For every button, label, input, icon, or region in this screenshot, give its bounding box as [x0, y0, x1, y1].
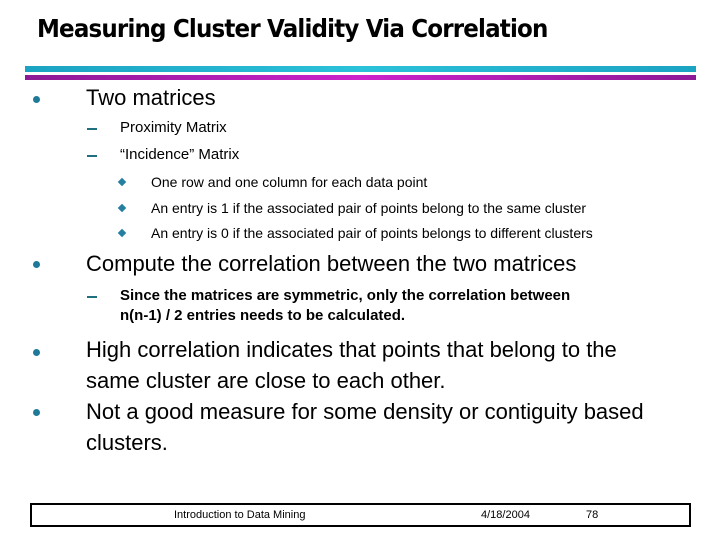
diamond-bullet-icon — [117, 203, 127, 213]
round-bullet-icon — [33, 261, 40, 268]
dash-icon — [87, 155, 97, 157]
bullet-line: High correlation indicates that points t… — [86, 337, 617, 362]
sub-bullet-text: “Incidence” Matrix — [120, 146, 240, 163]
bullet-text: Not a good measure for some density or c… — [86, 396, 644, 458]
sub-sub-bullet-text: An entry is 0 if the associated pair of … — [151, 225, 593, 241]
bullet-text: Two matrices — [86, 85, 216, 110]
bullet-line: same cluster are close to each other. — [86, 368, 446, 393]
sub-bullet-line: Since the matrices are symmetric, only t… — [120, 287, 571, 304]
diamond-bullet-icon — [117, 228, 127, 238]
title-rule-magenta — [25, 75, 696, 80]
bullet-line: Not a good measure for some density or c… — [86, 399, 644, 424]
bullet-line: clusters. — [86, 430, 168, 455]
sub-sub-bullet-text: One row and one column for each data poi… — [151, 174, 428, 190]
bullet-text: Compute the correlation between the two … — [86, 251, 577, 276]
title-rule-cyan — [25, 66, 696, 72]
round-bullet-icon — [33, 349, 40, 356]
slide-title: Measuring Cluster Validity Via Correlati… — [37, 14, 548, 43]
footer-page-number: 78 — [586, 509, 599, 521]
sub-bullet-text: Since the matrices are symmetric, only t… — [120, 286, 650, 326]
round-bullet-icon — [33, 409, 40, 416]
footer-date: 4/18/2004 — [481, 509, 530, 521]
sub-bullet-text: Proximity Matrix — [120, 119, 227, 136]
dash-icon — [87, 296, 97, 298]
round-bullet-icon — [33, 96, 40, 103]
dash-icon — [87, 128, 97, 130]
footer-course: Introduction to Data Mining — [174, 509, 306, 521]
sub-sub-bullet-text: An entry is 1 if the associated pair of … — [151, 200, 587, 216]
diamond-bullet-icon — [117, 177, 127, 187]
bullet-text: High correlation indicates that points t… — [86, 334, 617, 396]
sub-bullet-line: n(n-1) / 2 entries needs to be calculate… — [120, 307, 406, 324]
